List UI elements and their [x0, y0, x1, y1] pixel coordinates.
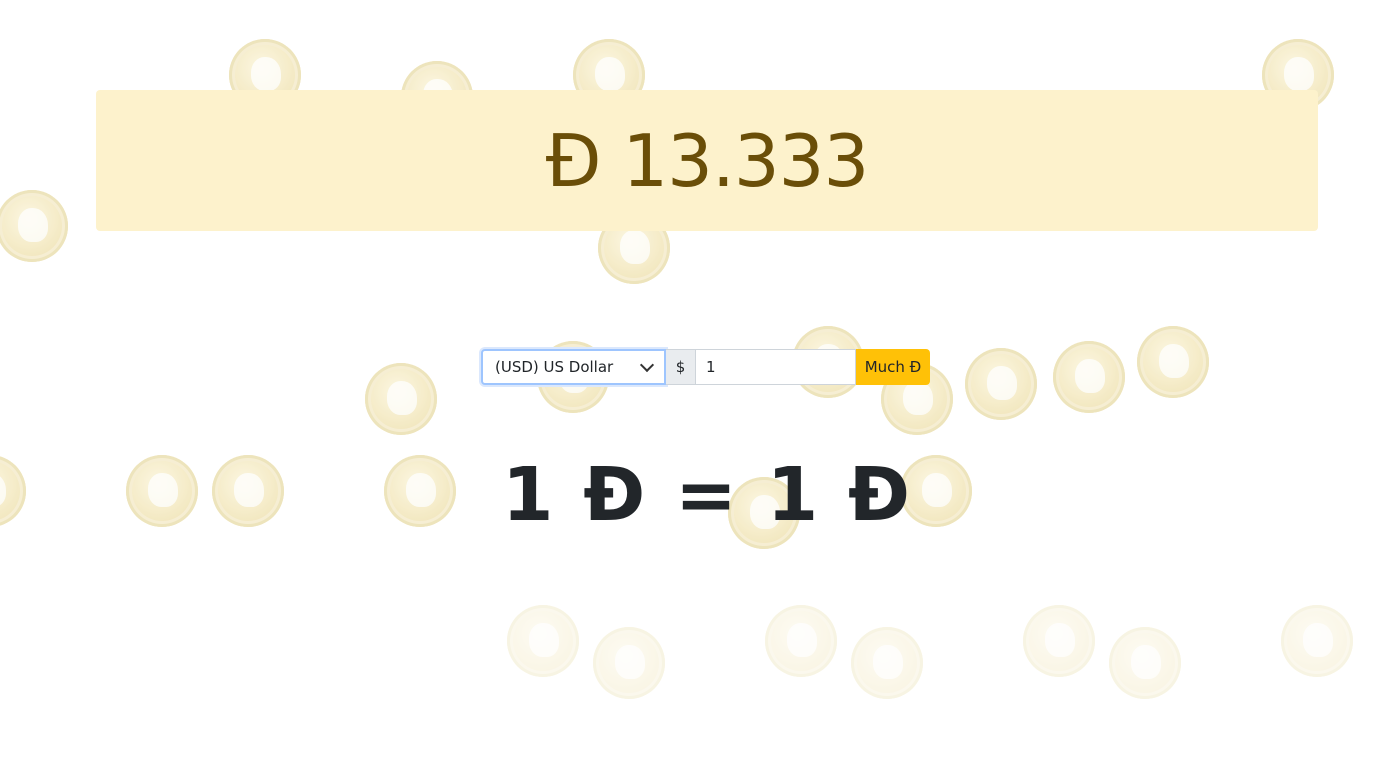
rate-banner: Đ 13.333 [96, 90, 1318, 231]
currency-select[interactable]: (USD) US Dollar [481, 349, 666, 385]
dogecoin-coin-icon [507, 605, 579, 677]
chevron-down-icon [639, 357, 655, 373]
dogecoin-coin-icon [1053, 341, 1125, 413]
dogecoin-coin-icon [593, 627, 665, 699]
dogecoin-coin-icon [1023, 605, 1095, 677]
currency-select-value: (USD) US Dollar [495, 358, 614, 376]
dogecoin-coin-icon [365, 363, 437, 435]
dogecoin-coin-icon [0, 190, 68, 262]
dogecoin-coin-icon [965, 348, 1037, 420]
page: Đ 13.333 (USD) US Dollar $ Much Đ 1 Đ = … [0, 0, 1392, 771]
dogecoin-coin-icon [1281, 605, 1353, 677]
conversion-result: 1 Đ = 1 Đ [501, 452, 913, 538]
dogecoin-coin-icon [1109, 627, 1181, 699]
converter-form: (USD) US Dollar $ Much Đ [481, 349, 930, 385]
dogecoin-coin-icon [765, 605, 837, 677]
dogecoin-coin-icon [1137, 326, 1209, 398]
amount-input[interactable] [696, 349, 856, 385]
rate-value: Đ 13.333 [545, 118, 870, 203]
much-button[interactable]: Much Đ [856, 349, 930, 385]
dogecoin-coin-icon [851, 627, 923, 699]
currency-symbol: $ [666, 349, 696, 385]
